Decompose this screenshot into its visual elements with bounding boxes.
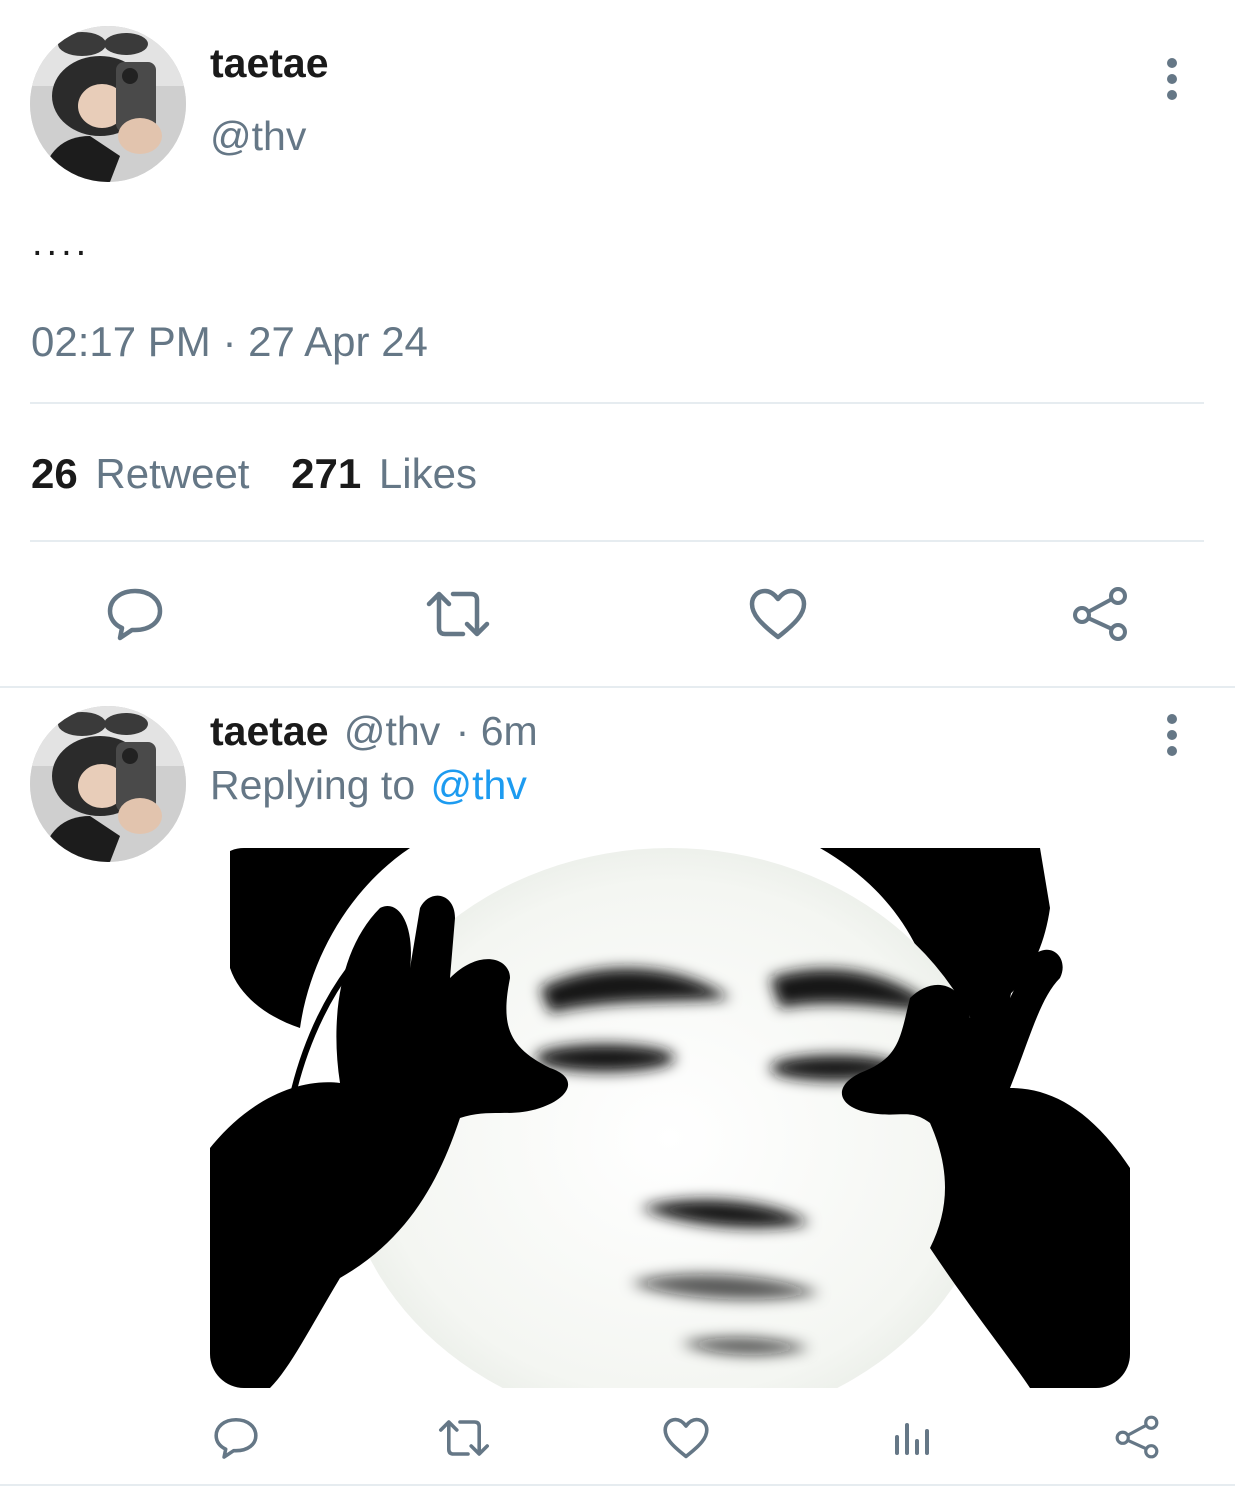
share-icon xyxy=(1073,587,1127,641)
tweet-timestamp: 02:17 PM · 27 Apr 24 xyxy=(31,318,428,365)
like-button[interactable] xyxy=(746,584,810,644)
retweet-icon xyxy=(426,591,490,637)
divider xyxy=(30,402,1204,404)
share-button[interactable] xyxy=(1110,1412,1164,1462)
avatar[interactable] xyxy=(30,706,186,862)
user-handle[interactable]: @thv xyxy=(344,708,440,754)
display-name[interactable]: taetae xyxy=(210,708,329,754)
reply-icon xyxy=(107,588,163,641)
like-label[interactable]: Likes xyxy=(379,450,477,497)
divider xyxy=(30,540,1204,542)
tweet-separator xyxy=(0,686,1235,688)
analytics-icon xyxy=(895,1423,929,1455)
share-button[interactable] xyxy=(1068,584,1132,644)
time-ago: · 6m xyxy=(455,708,538,754)
reply-button[interactable] xyxy=(210,1414,262,1462)
retweet-button[interactable] xyxy=(434,1414,494,1462)
more-options-icon[interactable] xyxy=(1160,714,1184,758)
share-icon xyxy=(1115,1415,1159,1459)
bottom-divider xyxy=(0,1484,1235,1486)
reply-header: taetae @thv · 6m xyxy=(210,708,538,755)
retweet-button[interactable] xyxy=(420,584,496,644)
tweet-media-image[interactable] xyxy=(210,848,1130,1388)
like-icon xyxy=(749,588,807,640)
more-options-icon[interactable] xyxy=(1160,58,1184,102)
retweet-label[interactable]: Retweet xyxy=(95,450,249,497)
reply-icon xyxy=(214,1417,258,1459)
like-count[interactable]: 271 xyxy=(291,450,361,497)
like-icon xyxy=(663,1417,709,1459)
avatar[interactable] xyxy=(30,26,186,182)
tweet-stats: 26 Retweet 271 Likes xyxy=(31,450,477,498)
like-button[interactable] xyxy=(660,1414,712,1462)
user-handle[interactable]: @thv xyxy=(210,113,306,160)
replying-to-label: Replying to xyxy=(210,762,416,808)
display-name[interactable]: taetae xyxy=(210,40,329,87)
replying-to-handle[interactable]: @thv xyxy=(431,762,527,808)
analytics-button[interactable] xyxy=(886,1414,936,1462)
reply-button[interactable] xyxy=(100,584,170,644)
retweet-count[interactable]: 26 xyxy=(31,450,78,497)
replying-to: Replying to @thv xyxy=(210,762,527,809)
retweet-icon xyxy=(439,1420,489,1456)
tweet-text: .... xyxy=(32,222,91,264)
